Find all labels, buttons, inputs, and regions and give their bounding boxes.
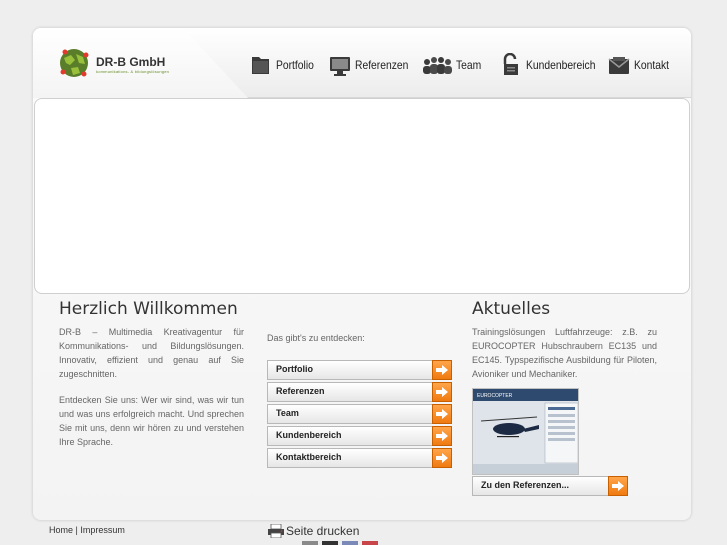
impressum-link[interactable]: Impressum [80,525,125,535]
helicopter-image[interactable]: EUROCOPTER [472,388,579,475]
welcome-paragraph-1: DR-B – Multimedia Kreativagentur für Kom… [59,327,244,379]
print-page-link[interactable]: Seite drucken [268,524,359,538]
main-nav: Portfolio Referenzen Team Kundenbereich … [33,50,691,80]
arrow-right-icon [608,476,628,496]
nav-portfolio-label: Portfolio [276,58,314,72]
team-link-label: Team [276,408,299,418]
arrow-right-icon [432,360,452,380]
arrow-right-icon [432,426,452,446]
kontaktbereich-link-button[interactable]: Kontaktbereich [267,448,452,468]
home-link[interactable]: Home [49,525,73,535]
zu-den-referenzen-button[interactable]: Zu den Referenzen... [472,476,628,496]
arrow-right-icon [432,382,452,402]
news-title: Aktuelles [472,299,551,319]
nav-referenzen-label: Referenzen [355,58,409,72]
flag-de-icon[interactable] [302,541,318,545]
hero-banner [34,98,690,294]
discover-button-list: Portfolio Referenzen Team Kundenbereich … [267,360,452,470]
flag-de-alt-icon[interactable] [322,541,338,545]
footer-separator: | [75,525,78,535]
kundenbereich-link-button[interactable]: Kundenbereich [267,426,452,446]
kontaktbereich-link-label: Kontaktbereich [276,452,342,462]
people-icon [423,57,452,74]
nav-team-label: Team [456,58,482,72]
referenzen-link-button[interactable]: Referenzen [267,382,452,402]
nav-team[interactable]: Team [421,50,485,80]
kundenbereich-link-label: Kundenbereich [276,430,342,440]
print-label: Seite drucken [286,524,360,538]
welcome-title: Herzlich Willkommen [59,299,238,319]
folder-icon [252,57,269,74]
nav-referenzen[interactable]: Referenzen [328,50,417,80]
arrow-right-icon [432,448,452,468]
nav-portfolio[interactable]: Portfolio [249,50,320,80]
nav-kundenbereich[interactable]: Kundenbereich [499,50,607,80]
zu-den-referenzen-label: Zu den Referenzen... [481,480,570,490]
nav-kundenbereich-label: Kundenbereich [526,58,596,72]
referenzen-link-label: Referenzen [276,386,325,396]
team-link-button[interactable]: Team [267,404,452,424]
helicopter-screenshot: EUROCOPTER [473,389,578,474]
header: DR-B GmbH kommunikations- & bildungslösu… [33,28,691,98]
welcome-paragraph-2: Entdecken Sie uns: Wer wir sind, was wir… [59,395,244,447]
lock-icon [503,53,518,75]
nav-kontakt-label: Kontakt [634,58,670,72]
monitor-icon [330,57,350,76]
footer-links: Home | Impressum [49,525,125,535]
image-caption: EUROCOPTER [477,393,513,399]
flag-uk-icon[interactable] [342,541,358,545]
printer-icon [268,524,284,538]
portfolio-link-label: Portfolio [276,364,313,374]
language-flags [302,541,378,545]
flag-fr-icon[interactable] [362,541,378,545]
portfolio-link-button[interactable]: Portfolio [267,360,452,380]
discover-label: Das gibt's zu entdecken: [267,333,365,343]
news-text: Trainingslösungen Luftfahrzeuge: z.B. zu… [472,327,657,379]
arrow-right-icon [432,404,452,424]
envelope-icon [608,57,630,74]
nav-kontakt[interactable]: Kontakt [607,50,675,80]
